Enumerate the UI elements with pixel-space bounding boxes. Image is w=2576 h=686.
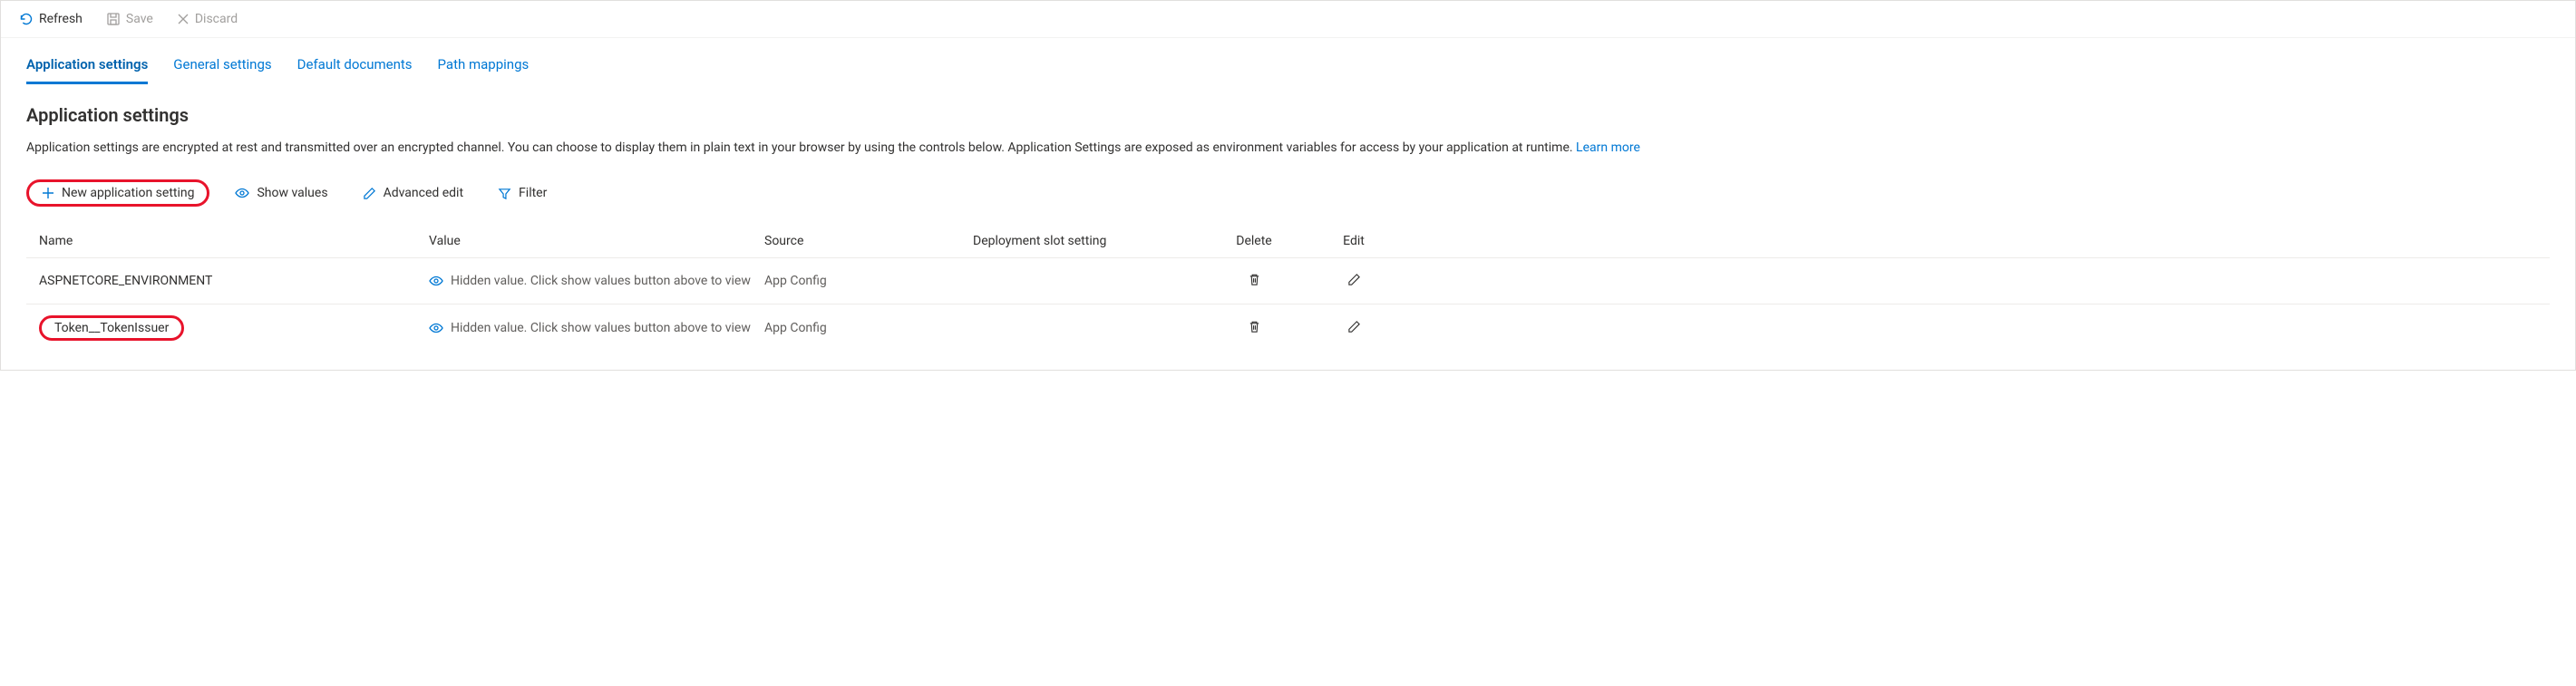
cell-name[interactable]: Token__TokenIssuer [39, 315, 420, 341]
filter-icon [498, 187, 511, 200]
discard-button: Discard [173, 8, 241, 30]
plus-icon [42, 187, 54, 199]
tab-default-documents[interactable]: Default documents [297, 51, 413, 84]
show-values-button[interactable]: Show values [226, 180, 336, 206]
th-source: Source [764, 234, 964, 248]
th-delete: Delete [1200, 234, 1308, 248]
tab-general-settings[interactable]: General settings [173, 51, 271, 84]
th-deployment-slot: Deployment slot setting [973, 234, 1191, 248]
filter-button[interactable]: Filter [489, 180, 556, 206]
eye-icon [429, 274, 443, 288]
delete-button[interactable] [1244, 269, 1265, 293]
close-icon [177, 13, 190, 25]
cell-edit [1317, 269, 1390, 293]
advanced-edit-label: Advanced edit [384, 186, 463, 200]
edit-button[interactable] [1344, 269, 1365, 293]
cell-delete [1200, 269, 1308, 293]
action-row: New application setting Show values Adva… [26, 179, 2550, 207]
cell-value[interactable]: Hidden value. Click show values button a… [429, 321, 755, 335]
show-values-label: Show values [257, 186, 327, 200]
tab-application-settings[interactable]: Application settings [26, 51, 148, 84]
cell-source: App Config [764, 321, 964, 335]
hidden-value-text: Hidden value. Click show values button a… [451, 274, 751, 288]
new-application-setting-label: New application setting [62, 186, 194, 200]
advanced-edit-button[interactable]: Advanced edit [354, 180, 472, 206]
save-label: Save [126, 12, 153, 26]
refresh-label: Refresh [39, 12, 83, 26]
section-description: Application settings are encrypted at re… [26, 139, 2550, 158]
eye-icon [235, 186, 249, 200]
th-value: Value [429, 234, 755, 248]
section-title: Application settings [26, 104, 2550, 126]
table-row: Token__TokenIssuer Hidden value. Click sh… [26, 304, 2550, 352]
cell-delete [1200, 316, 1308, 340]
command-bar: Refresh Save Discard [1, 1, 2575, 38]
table-header-row: Name Value Source Deployment slot settin… [26, 225, 2550, 257]
table-row: ASPNETCORE_ENVIRONMENT Hidden value. Clic… [26, 257, 2550, 304]
discard-label: Discard [195, 12, 238, 26]
setting-name: Token__TokenIssuer [39, 315, 184, 341]
pencil-icon [363, 187, 376, 200]
content-area: Application settings General settings De… [1, 38, 2575, 370]
pencil-icon [1347, 273, 1361, 286]
cell-value[interactable]: Hidden value. Click show values button a… [429, 274, 755, 288]
cell-edit [1317, 316, 1390, 340]
delete-button[interactable] [1244, 316, 1265, 340]
filter-label: Filter [519, 186, 547, 200]
eye-icon [429, 321, 443, 335]
th-name: Name [39, 234, 420, 248]
cell-name[interactable]: ASPNETCORE_ENVIRONMENT [39, 274, 420, 288]
table-body: ASPNETCORE_ENVIRONMENT Hidden value. Clic… [26, 257, 2550, 352]
settings-table: Name Value Source Deployment slot settin… [26, 225, 2550, 352]
learn-more-link[interactable]: Learn more [1576, 140, 1640, 155]
th-edit: Edit [1317, 234, 1390, 248]
save-icon [106, 12, 121, 26]
hidden-value-text: Hidden value. Click show values button a… [451, 321, 751, 335]
trash-icon [1248, 273, 1261, 286]
edit-button[interactable] [1344, 316, 1365, 340]
save-button: Save [102, 8, 157, 30]
tab-path-mappings[interactable]: Path mappings [438, 51, 530, 84]
new-application-setting-button[interactable]: New application setting [26, 179, 209, 207]
trash-icon [1248, 320, 1261, 333]
description-text: Application settings are encrypted at re… [26, 140, 1576, 155]
refresh-icon [19, 12, 34, 26]
cell-source: App Config [764, 274, 964, 288]
tab-bar: Application settings General settings De… [26, 51, 2550, 84]
pencil-icon [1347, 320, 1361, 333]
refresh-button[interactable]: Refresh [15, 8, 86, 30]
app-frame: Refresh Save Discard Application setting… [0, 0, 2576, 371]
